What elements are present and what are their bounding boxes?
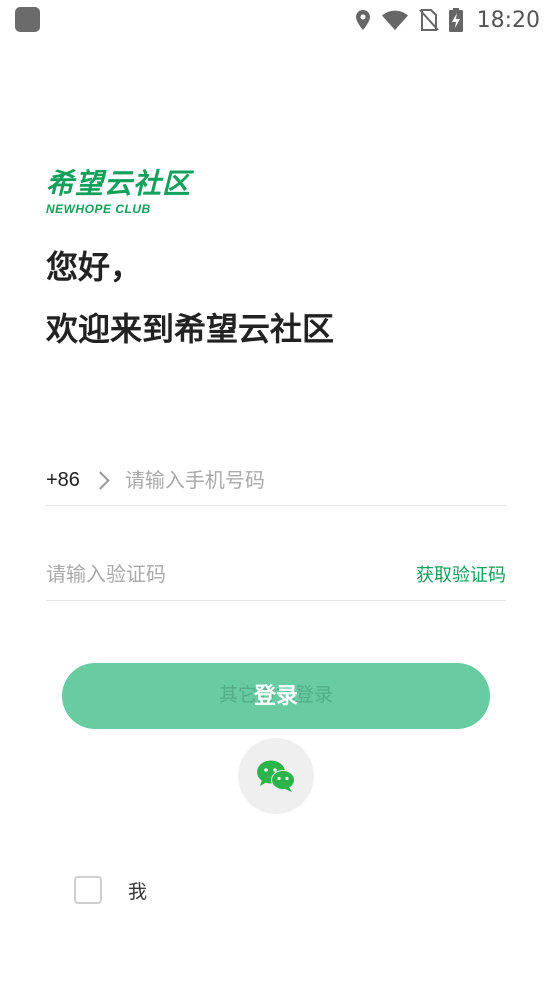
no-sim-icon bbox=[418, 9, 439, 31]
phone-row: +86 bbox=[46, 455, 506, 506]
login-button-label: 登录 bbox=[253, 683, 298, 708]
clock: 18:20 bbox=[476, 7, 540, 33]
phone-input[interactable] bbox=[124, 468, 506, 492]
greeting-line-2: 欢迎来到希望云社区 bbox=[46, 310, 335, 348]
status-icons: 18:20 bbox=[355, 5, 540, 35]
battery-charging-icon bbox=[448, 8, 463, 32]
wifi-icon bbox=[381, 10, 408, 30]
bottom-fade-overlay bbox=[140, 870, 540, 983]
login-button[interactable]: 其它方式登录 登录 bbox=[62, 663, 490, 729]
get-code-button[interactable]: 获取验证码 bbox=[416, 561, 506, 587]
status-bar: 18:20 bbox=[0, 0, 552, 40]
agreement-row: 我 bbox=[74, 876, 147, 904]
verification-code-input[interactable] bbox=[46, 562, 416, 586]
greeting-line-1: 您好， bbox=[46, 248, 143, 286]
country-code-selector[interactable]: +86 bbox=[46, 469, 80, 492]
logo-chinese-name: 希望云社区 bbox=[46, 167, 192, 200]
brand-logo: 希望云社区 NEWHOPE CLUB bbox=[46, 167, 192, 217]
code-row: 获取验证码 bbox=[46, 548, 506, 601]
wechat-icon bbox=[257, 760, 295, 792]
logo-english-name: NEWHOPE CLUB bbox=[46, 202, 151, 216]
notification-app-icon bbox=[15, 7, 40, 32]
wechat-login-button[interactable] bbox=[238, 738, 314, 814]
chevron-right-icon[interactable] bbox=[91, 470, 110, 490]
location-icon bbox=[355, 10, 370, 30]
agreement-checkbox[interactable] bbox=[74, 876, 102, 904]
